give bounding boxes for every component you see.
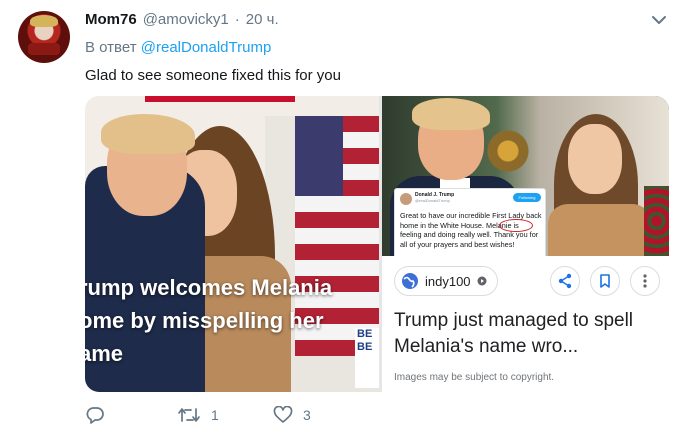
caption-line: ame: [85, 341, 124, 366]
tweet-text: Glad to see someone fixed this for you: [85, 67, 341, 84]
retweet-icon: [178, 408, 200, 422]
embed-handle: @realDonaldTrump: [415, 198, 450, 203]
share-icon: [558, 273, 572, 289]
caption-line: ome by misspelling her: [85, 308, 324, 333]
media-photo-right[interactable]: Donald J. Trump @realDonaldTrump Followi…: [382, 96, 669, 256]
embedded-tweet: Donald J. Trump @realDonaldTrump Followi…: [394, 188, 546, 256]
reply-button[interactable]: [85, 406, 115, 424]
tweet-header: Mom76 @amovicky1 · 20 ч.: [85, 11, 279, 28]
reply-prefix: В ответ: [85, 39, 137, 56]
globe-icon: [402, 273, 418, 289]
media-photo-left[interactable]: BE BE rump welcomes Melania ome by missp…: [85, 96, 379, 392]
person-hair-blond: [101, 114, 195, 154]
bookmark-icon: [600, 274, 610, 288]
headline-caption: rump welcomes Melania ome by misspelling…: [85, 271, 379, 370]
caption-line: rump welcomes Melania: [85, 275, 333, 300]
retweet-count: 1: [211, 407, 219, 423]
timestamp[interactable]: 20 ч.: [246, 11, 279, 28]
tweet-actions: 1 3: [85, 406, 669, 430]
embed-avatar: [400, 193, 412, 205]
source-chip[interactable]: indy100: [394, 266, 498, 296]
source-name: indy100: [425, 273, 471, 289]
like-button[interactable]: 3: [273, 406, 311, 424]
user-handle[interactable]: @amovicky1: [143, 11, 229, 28]
avatar-scarf: [28, 43, 60, 55]
reply-icon: [86, 407, 104, 424]
card-meta: indy100 Trump just managed to spell Mela…: [382, 256, 669, 392]
tweet-media[interactable]: BE BE rump welcomes Melania ome by missp…: [85, 96, 669, 392]
embed-follow-button: Following: [513, 193, 541, 202]
card-title[interactable]: Trump just managed to spell Melania's na…: [394, 308, 664, 360]
reply-context: В ответ @realDonaldTrump: [85, 39, 271, 56]
separator: ·: [234, 11, 240, 28]
highlight-circle: [499, 219, 533, 232]
like-count: 3: [303, 407, 311, 423]
display-name[interactable]: Mom76: [85, 11, 137, 28]
save-button[interactable]: [590, 266, 620, 296]
chevron-down-icon[interactable]: [650, 12, 668, 28]
reply-handle-link[interactable]: @realDonaldTrump: [141, 39, 272, 56]
more-options-button[interactable]: [630, 266, 660, 296]
red-bar: [145, 96, 295, 102]
more-vertical-icon: [643, 274, 647, 288]
info-icon: [477, 276, 487, 286]
like-icon: [273, 406, 293, 423]
share-button[interactable]: [550, 266, 580, 296]
avatar-hat: [30, 15, 58, 27]
search-result-card[interactable]: Donald J. Trump @realDonaldTrump Followi…: [382, 96, 669, 392]
copyright-note: Images may be subject to copyright.: [394, 372, 555, 383]
retweet-button[interactable]: 1: [177, 406, 219, 424]
avatar[interactable]: [18, 11, 70, 63]
